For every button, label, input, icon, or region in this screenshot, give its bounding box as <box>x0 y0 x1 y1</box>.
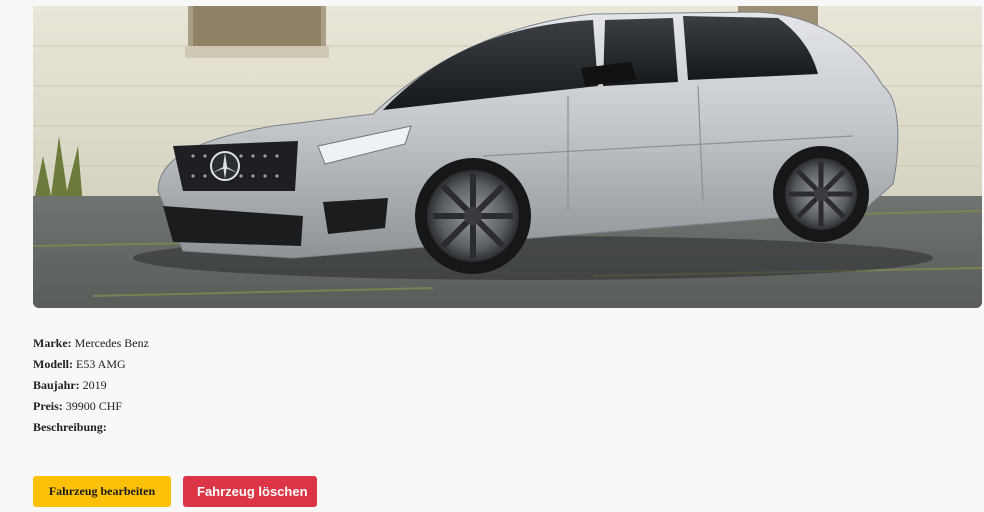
year-label: Baujahr: <box>33 378 80 392</box>
year-value: 2019 <box>79 378 107 392</box>
vehicle-detail-page: Marke: Mercedes Benz Modell: E53 AMG Bau… <box>0 0 984 512</box>
price-value: 39900 CHF <box>62 399 123 413</box>
edit-vehicle-button[interactable]: Fahrzeug bearbeiten <box>33 476 171 507</box>
detail-row-model: Modell: E53 AMG <box>33 354 149 375</box>
make-label: Marke: <box>33 336 72 350</box>
delete-vehicle-button[interactable]: Fahrzeug löschen <box>183 476 317 507</box>
detail-row-make: Marke: Mercedes Benz <box>33 333 149 354</box>
detail-row-year: Baujahr: 2019 <box>33 375 149 396</box>
make-value: Mercedes Benz <box>71 336 149 350</box>
vehicle-details: Marke: Mercedes Benz Modell: E53 AMG Bau… <box>33 333 149 438</box>
vehicle-photo <box>33 6 982 308</box>
model-label: Modell: <box>33 357 73 371</box>
detail-row-price: Preis: 39900 CHF <box>33 396 149 417</box>
price-label: Preis: <box>33 399 63 413</box>
detail-row-description: Beschreibung: <box>33 417 149 438</box>
model-value: E53 AMG <box>73 357 126 371</box>
description-label: Beschreibung: <box>33 420 107 434</box>
